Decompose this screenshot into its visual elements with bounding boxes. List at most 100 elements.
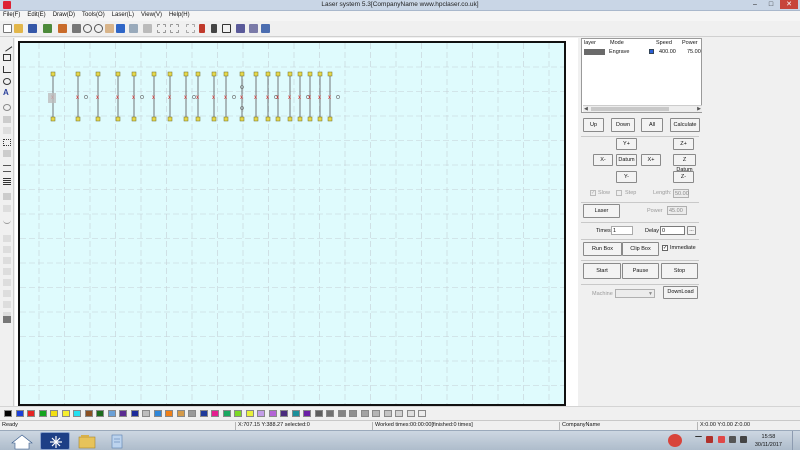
clock[interactable]: 15:58 30/11/2017 (755, 433, 782, 449)
x-plus-button[interactable]: X+ (641, 154, 661, 166)
step-checkbox[interactable] (616, 190, 622, 196)
undo-icon[interactable] (129, 24, 138, 33)
offset-tool-icon[interactable] (3, 205, 11, 212)
machine-select[interactable]: ▼ (615, 289, 655, 298)
fill-tool-icon[interactable] (3, 193, 11, 200)
menu-view[interactable]: View(V) (138, 11, 166, 18)
new-file-icon[interactable] (3, 24, 12, 33)
align-icon[interactable] (3, 165, 11, 172)
palette-swatch[interactable] (38, 410, 47, 417)
palette-swatch[interactable] (165, 410, 173, 417)
laser-button[interactable]: Laser (583, 204, 620, 218)
palette-swatch[interactable] (119, 410, 127, 417)
palette-swatch[interactable] (142, 410, 150, 417)
align-bottom-icon[interactable] (3, 268, 11, 275)
up-button[interactable]: Up (583, 118, 604, 132)
palette-swatch[interactable] (280, 410, 288, 417)
times-input[interactable]: 1 (611, 226, 633, 235)
layer-output-checkbox[interactable] (649, 49, 654, 54)
palette-swatch[interactable] (107, 410, 116, 417)
palette-swatch[interactable] (188, 410, 196, 417)
layer-settings-icon[interactable] (249, 24, 258, 33)
ungroup-icon[interactable] (170, 24, 179, 33)
palette-swatch[interactable] (199, 410, 208, 417)
laser-app-icon[interactable] (40, 432, 70, 450)
open-folder-icon[interactable] (14, 24, 23, 33)
power-input[interactable]: 45.00 (667, 206, 687, 215)
array-icon[interactable] (211, 24, 217, 33)
zoom-out-icon[interactable] (94, 24, 103, 33)
action-center-icon[interactable] (706, 436, 713, 443)
cut-icon[interactable] (72, 24, 81, 33)
palette-swatch[interactable] (61, 410, 70, 417)
scroll-right-icon[interactable]: ▶ (697, 106, 701, 112)
palette-swatch[interactable] (268, 410, 277, 417)
scroll-thumb[interactable] (591, 107, 669, 111)
distribute-icon[interactable] (3, 178, 11, 185)
text-tool-icon[interactable]: A (3, 89, 11, 97)
polyline-tool-icon[interactable] (3, 66, 11, 73)
palette-swatch[interactable] (314, 410, 323, 417)
palette-swatch[interactable] (418, 410, 426, 417)
y-minus-button[interactable]: Y- (616, 171, 637, 183)
pause-button[interactable]: Pause (622, 263, 659, 279)
close-button[interactable]: ✕ (780, 0, 798, 9)
calculate-button[interactable]: Calculate (670, 118, 700, 132)
z-plus-button[interactable]: Z+ (673, 138, 694, 150)
menu-tools[interactable]: Tools(O) (79, 11, 109, 18)
menu-file[interactable]: File(F) (0, 11, 24, 18)
palette-swatch[interactable] (73, 410, 81, 417)
palette-swatch[interactable] (153, 410, 162, 417)
palette-swatch[interactable] (245, 410, 254, 417)
z-datum-button[interactable]: Z Datum (673, 154, 696, 173)
menu-help[interactable]: Help(H) (166, 11, 194, 18)
tray-app-icon[interactable] (668, 434, 682, 447)
palette-swatch[interactable] (337, 410, 346, 417)
node-edit-icon[interactable] (199, 24, 205, 33)
delay-input[interactable]: 0 (660, 226, 685, 235)
palette-swatch[interactable] (257, 410, 265, 417)
palette-swatch[interactable] (96, 410, 104, 417)
network-icon[interactable] (729, 436, 736, 443)
align-top-icon[interactable] (3, 257, 11, 264)
clip-box-button[interactable]: Clip Box (622, 242, 659, 256)
scale-tool-icon[interactable] (3, 150, 11, 157)
maximize-button[interactable]: □ (764, 0, 778, 9)
align-right-icon[interactable] (3, 246, 11, 253)
palette-swatch[interactable] (234, 410, 242, 417)
run-box-button[interactable]: Run Box (583, 242, 622, 256)
gear-icon[interactable] (236, 24, 245, 33)
start-orb-icon[interactable] (6, 432, 38, 450)
menu-edit[interactable]: Edit(E) (24, 11, 49, 18)
file-explorer-icon[interactable] (72, 432, 102, 450)
palette-swatch[interactable] (15, 410, 24, 417)
length-input[interactable]: 50.00 (673, 189, 689, 198)
palette-swatch[interactable] (4, 410, 12, 417)
palette-swatch[interactable] (130, 410, 139, 417)
x-minus-button[interactable]: X- (593, 154, 613, 166)
pan-hand-icon[interactable] (105, 24, 114, 33)
menu-draw[interactable]: Draw(D) (50, 11, 79, 18)
zoom-fit-icon[interactable] (116, 24, 125, 33)
download-button[interactable]: DownLoad (663, 286, 698, 299)
y-plus-button[interactable]: Y+ (616, 138, 637, 150)
layer-table-scrollbar[interactable]: ◀ ▶ (583, 105, 702, 112)
canvas-vertical-scrollbar[interactable] (567, 41, 575, 406)
rectangle-tool-icon[interactable] (3, 54, 11, 61)
settings-icon[interactable] (222, 24, 231, 33)
node-tool-icon[interactable] (3, 139, 11, 146)
start-button[interactable]: Start (583, 263, 621, 279)
redo-icon[interactable] (143, 24, 152, 33)
palette-swatch[interactable] (303, 410, 311, 417)
drawing-canvas[interactable]: xxxxxxxxxxxxxxxxxxxx (18, 41, 566, 406)
export-icon[interactable] (58, 24, 67, 33)
palette-swatch[interactable] (383, 410, 392, 417)
scroll-left-icon[interactable]: ◀ (584, 106, 588, 112)
palette-swatch[interactable] (211, 410, 219, 417)
rotate-tool-icon[interactable] (3, 104, 11, 111)
array-tool-icon[interactable] (3, 127, 11, 134)
layers-tool-icon[interactable] (3, 316, 11, 323)
datum-button[interactable]: Datum (616, 154, 637, 166)
volume-icon[interactable] (740, 436, 747, 443)
import-icon[interactable] (43, 24, 52, 33)
